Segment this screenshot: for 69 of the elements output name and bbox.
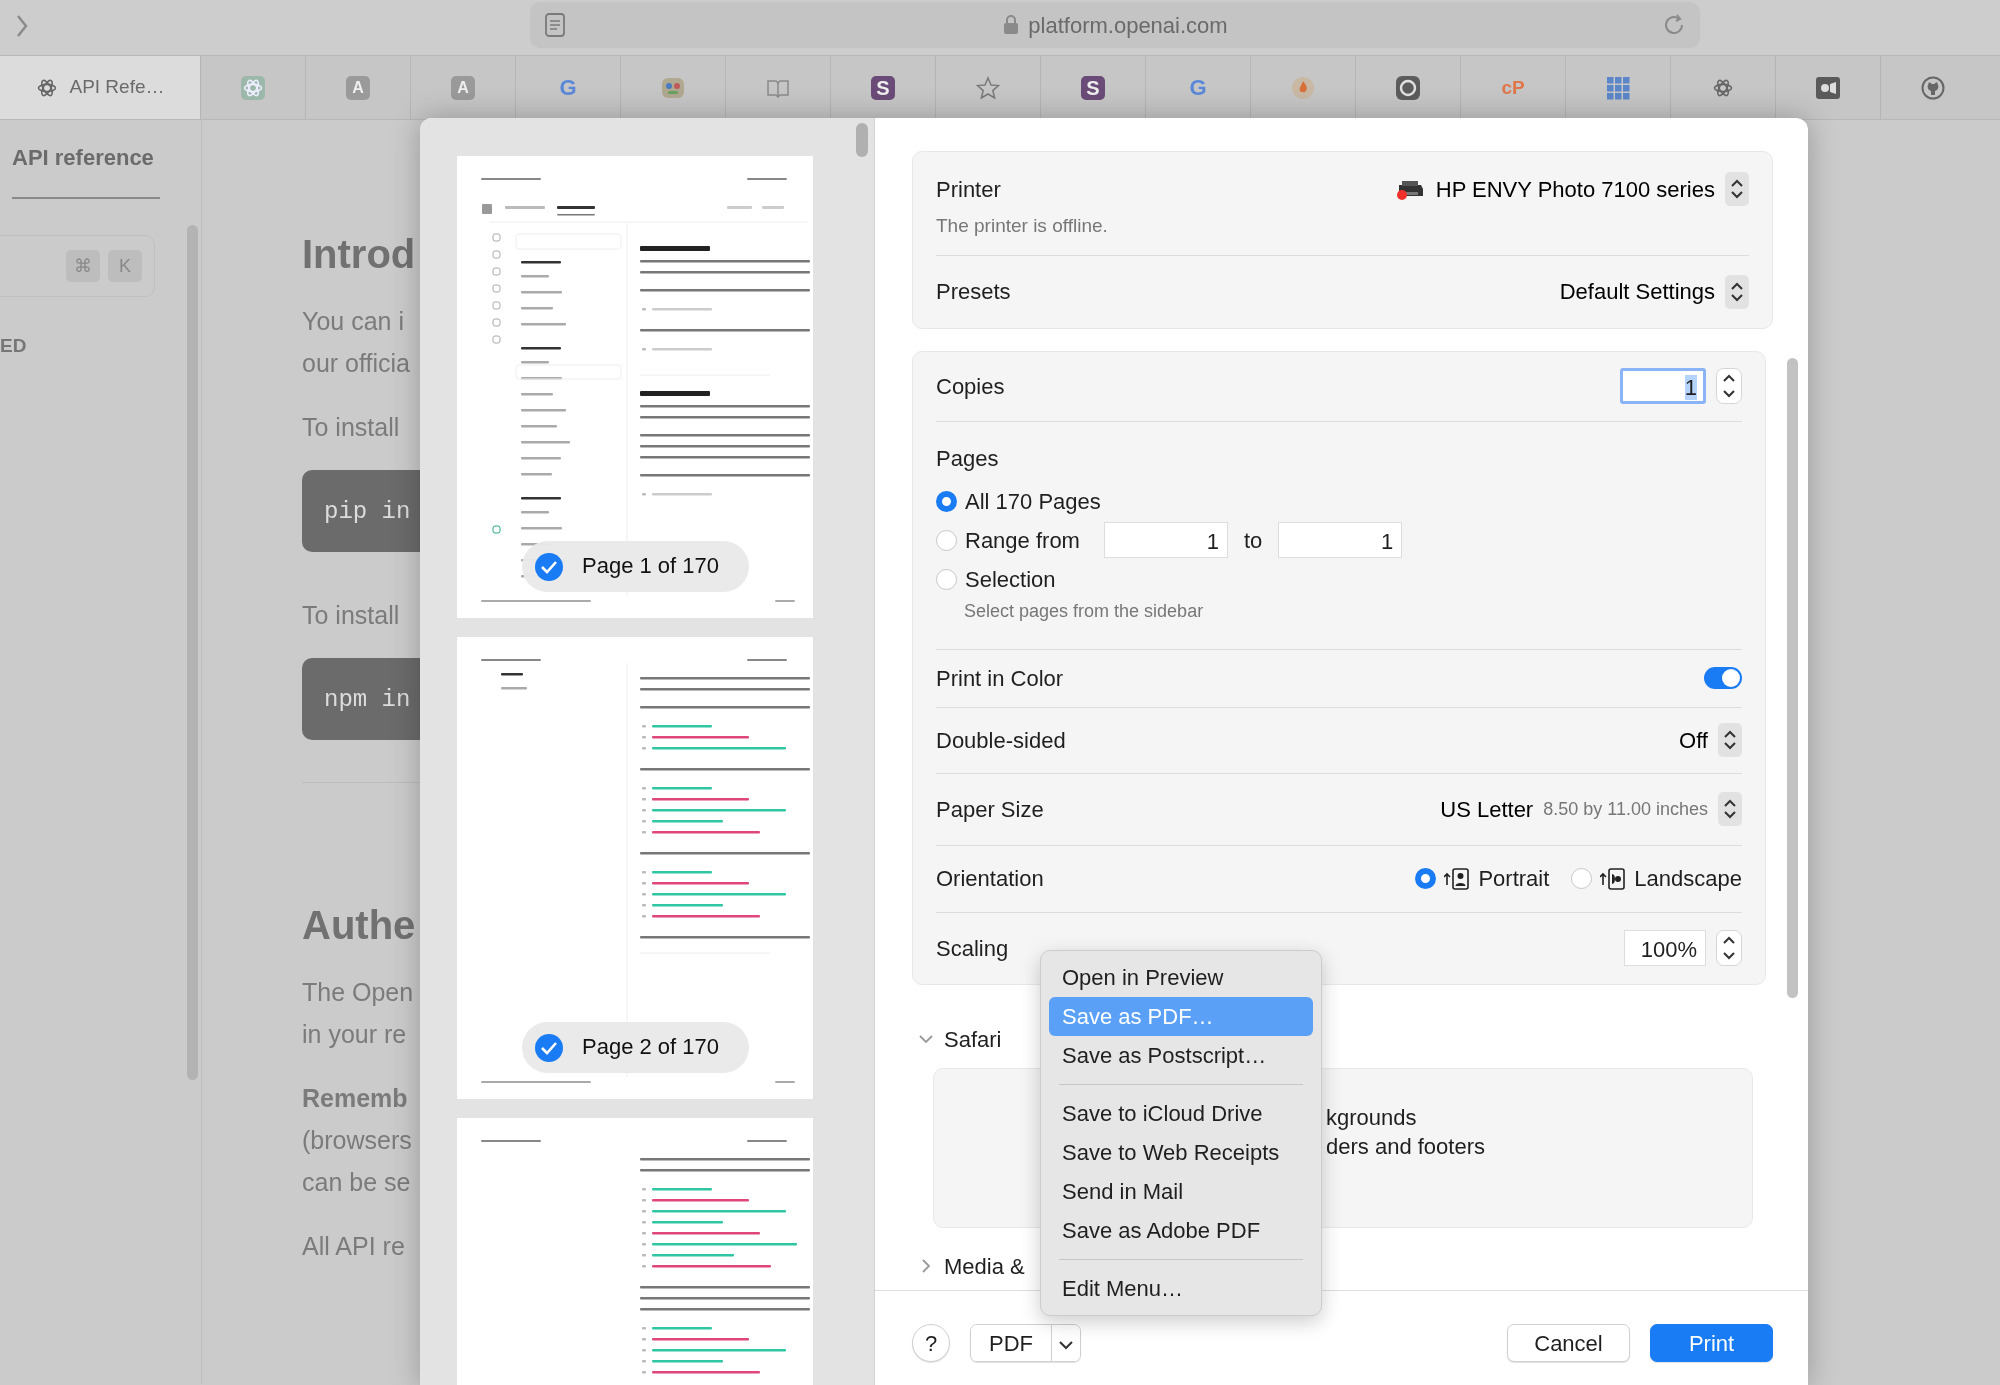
key-cap: ⌘ bbox=[66, 250, 100, 282]
section-title: Media & bbox=[944, 1252, 1025, 1281]
heading: Introd bbox=[302, 231, 417, 278]
favicon: G bbox=[1188, 75, 1208, 100]
paragraph: All API re bbox=[302, 1231, 406, 1262]
field-label: Presets bbox=[936, 278, 1011, 306]
favicon: G bbox=[558, 75, 578, 100]
field-label: Double-sided bbox=[936, 726, 1066, 755]
tab-title: API Refe… bbox=[69, 75, 165, 100]
option-label: kgrounds bbox=[1326, 1103, 1418, 1132]
popup-value: Off bbox=[1679, 726, 1708, 755]
pdf-button[interactable]: PDF bbox=[971, 1325, 1051, 1361]
popup-value: US Letter bbox=[1440, 795, 1534, 824]
paragraph: You can i our officia bbox=[302, 306, 411, 379]
paragraph: Rememb (browsers can be se bbox=[302, 1083, 413, 1198]
disclosure-toggle[interactable]: Media & bbox=[918, 1249, 1025, 1283]
field-label: Pages bbox=[936, 444, 999, 473]
option-label: Range from bbox=[965, 526, 1080, 555]
input-field[interactable]: 1 bbox=[1620, 368, 1706, 404]
section-title: Safari bbox=[944, 1025, 1002, 1054]
printer-name: HP ENVY Photo 7100 series bbox=[1435, 175, 1715, 204]
field-label: Orientation bbox=[936, 865, 1044, 893]
help-button[interactable]: ? bbox=[912, 1324, 950, 1362]
presets-popup[interactable]: Default Settings bbox=[1559, 274, 1749, 309]
favicon: A bbox=[451, 75, 475, 100]
printer-popup[interactable]: HP ENVY Photo 7100 series bbox=[1395, 172, 1749, 206]
input-field[interactable]: 1 bbox=[1103, 522, 1228, 558]
section-heading: ED bbox=[0, 334, 28, 358]
menu-item[interactable]: Save as Postscript… bbox=[1049, 1036, 1313, 1075]
page-label: Page 1 of 170 bbox=[582, 553, 719, 580]
option-label: to bbox=[1243, 526, 1263, 555]
favicon: cP bbox=[1500, 76, 1526, 100]
paragraph: To install bbox=[302, 600, 401, 631]
cancel-button[interactable]: Cancel bbox=[1507, 1324, 1630, 1362]
menu-item[interactable]: Open in Preview bbox=[1049, 958, 1313, 997]
menu-item[interactable]: Save as Adobe PDF bbox=[1049, 1211, 1313, 1250]
option-label: Landscape bbox=[1634, 865, 1742, 893]
favicon: A bbox=[346, 75, 370, 100]
field-label: Print in Color bbox=[936, 664, 1064, 693]
detail-text: 8.50 by 11.00 inches bbox=[1543, 797, 1708, 821]
address-text: platform.openai.com bbox=[1028, 11, 1228, 40]
menu-item[interactable]: Save to Web Receipts bbox=[1049, 1133, 1313, 1172]
menu-item[interactable]: Send in Mail bbox=[1049, 1172, 1313, 1211]
print-button[interactable]: Print bbox=[1650, 1324, 1773, 1362]
menu-item[interactable]: Edit Menu… bbox=[1049, 1269, 1313, 1308]
menu-item[interactable]: Save to iCloud Drive bbox=[1049, 1094, 1313, 1133]
option-label: Selection bbox=[965, 565, 1056, 594]
browser-tab[interactable]: API Refe… bbox=[0, 56, 200, 119]
field-label: Printer bbox=[936, 175, 1001, 204]
field-label: Scaling bbox=[936, 934, 1009, 963]
hint-text: Select pages from the sidebar bbox=[964, 599, 1204, 623]
heading: Authe bbox=[302, 902, 417, 949]
paragraph: The Open in your re bbox=[302, 977, 415, 1050]
disclosure-toggle[interactable]: Safari bbox=[918, 1022, 1002, 1056]
double-sided-popup[interactable]: Off bbox=[1679, 723, 1742, 757]
field-label: Paper Size bbox=[936, 795, 1044, 824]
popup-value: Default Settings bbox=[1559, 278, 1715, 306]
page-label: Page 2 of 170 bbox=[582, 1034, 719, 1061]
favicon: S bbox=[1081, 75, 1105, 100]
favicon: S bbox=[871, 75, 895, 100]
option-label: All 170 Pages bbox=[965, 487, 1101, 516]
option-label: ders and footers bbox=[1326, 1133, 1486, 1162]
input-field[interactable]: 100% bbox=[1624, 930, 1706, 966]
field-label: Copies bbox=[936, 372, 1005, 401]
input-field[interactable]: 1 bbox=[1278, 522, 1403, 558]
status-text: The printer is offline. bbox=[936, 214, 1109, 238]
paper-size-popup[interactable]: US Letter 8.50 by 11.00 inches bbox=[1440, 792, 1742, 826]
option-label: Portrait bbox=[1478, 865, 1550, 893]
paragraph: To install bbox=[302, 412, 401, 443]
